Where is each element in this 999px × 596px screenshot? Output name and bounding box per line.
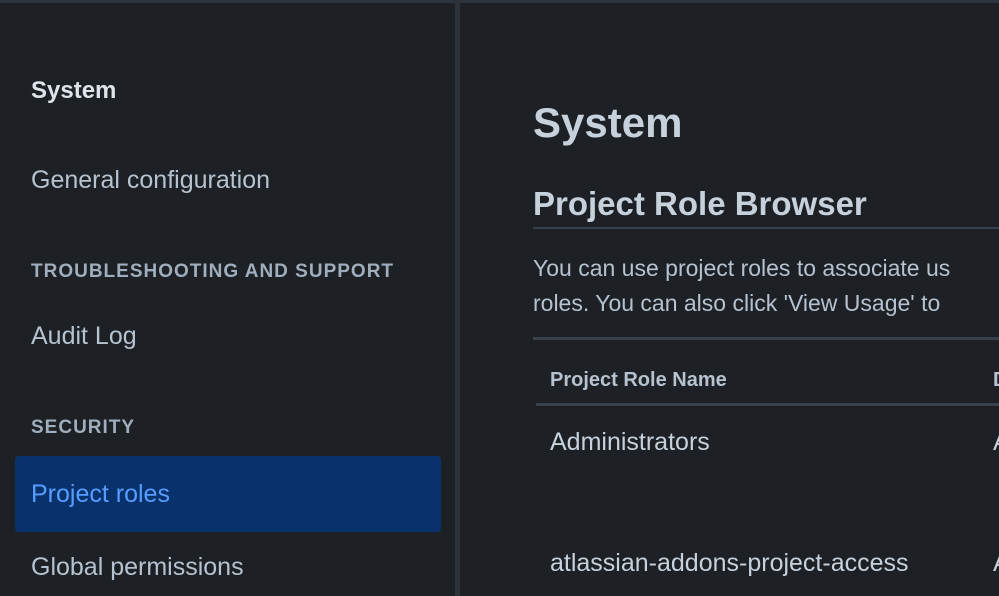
table-row-cell-clipped: A — [993, 428, 999, 457]
sidebar-section-troubleshooting: TROUBLESHOOTING AND SUPPORT — [31, 261, 395, 282]
sidebar-title: System — [31, 77, 117, 104]
sidebar-item-project-roles[interactable]: Project roles — [15, 456, 441, 532]
table-header-divider — [536, 403, 999, 406]
sidebar-section-security: SECURITY — [31, 417, 136, 438]
description-line: You can use project roles to associate u… — [533, 255, 951, 281]
column-header-clipped: D — [993, 369, 999, 392]
sidebar: System General configuration TROUBLESHOO… — [0, 3, 455, 596]
sidebar-item-global-permissions[interactable]: Global permissions — [31, 553, 244, 582]
description-line: roles. You can also click 'View Usage' t… — [533, 290, 941, 316]
table-row-cell-clipped: A — [993, 549, 999, 578]
section-divider — [533, 227, 999, 229]
page-title: System — [533, 99, 683, 146]
table-top-border — [533, 337, 999, 340]
column-header-project-role-name: Project Role Name — [550, 369, 727, 391]
table-row-name: Administrators — [550, 428, 710, 456]
sidebar-item-general-configuration[interactable]: General configuration — [31, 166, 270, 195]
main-content: System Project Role Browser You can use … — [460, 3, 999, 596]
sidebar-item-label: Project roles — [31, 480, 170, 508]
description: You can use project roles to associate u… — [533, 251, 999, 321]
section-title: Project Role Browser — [533, 185, 867, 222]
sidebar-item-audit-log[interactable]: Audit Log — [31, 322, 137, 351]
table-row-name: atlassian-addons-project-access — [550, 549, 909, 577]
